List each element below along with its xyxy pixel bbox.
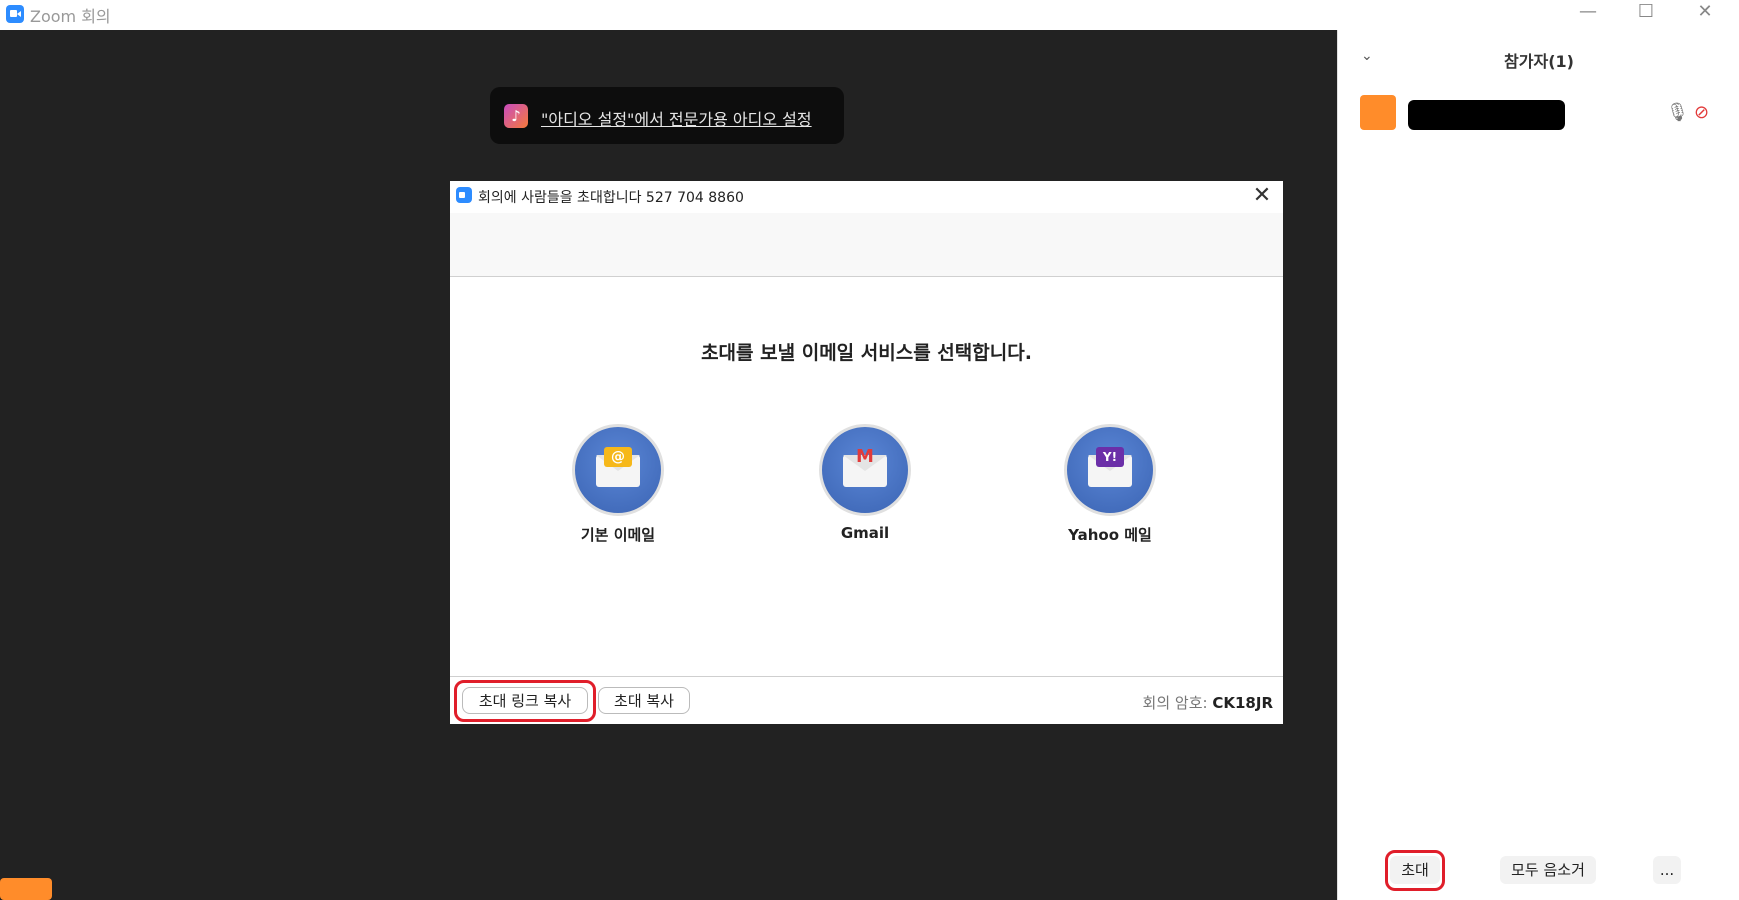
yahoo-logo-icon: Y!	[1096, 447, 1124, 467]
yahoo-mail-label: Yahoo 메일	[1068, 526, 1152, 544]
email-service-heading: 초대를 보낼 이메일 서비스를 선택합니다.	[701, 342, 1032, 364]
video-off-icon[interactable]: ⊘	[1694, 102, 1709, 123]
audio-settings-toast[interactable]: ♪ "아디오 설정"에서 전문가용 아디오 설정	[490, 87, 844, 144]
default-email-label: 기본 이메일	[580, 526, 656, 544]
default-email-option[interactable]: @ 기본 이메일	[548, 424, 688, 545]
more-options-button[interactable]: ...	[1653, 856, 1681, 884]
minimize-button[interactable]: —	[1560, 0, 1616, 26]
meeting-password: 회의 암호: CK18JR	[1143, 692, 1273, 713]
gmail-label: Gmail	[840, 524, 890, 542]
password-value: CK18JR	[1212, 694, 1273, 712]
self-video-thumbnail[interactable]	[0, 878, 52, 900]
window-title: Zoom 회의	[30, 7, 111, 26]
maximize-button[interactable]: ☐	[1618, 0, 1674, 26]
close-dialog-button[interactable]: ✕	[1249, 183, 1275, 209]
mute-all-button[interactable]: 모두 음소거	[1500, 856, 1596, 884]
zoom-dialog-icon	[456, 187, 472, 203]
copy-invite-button[interactable]: 초대 복사	[598, 687, 690, 714]
highlight-copy-link	[454, 680, 596, 722]
avatar	[1360, 95, 1396, 130]
gmail-m-icon: M	[856, 446, 874, 467]
close-window-button[interactable]: ✕	[1677, 0, 1733, 26]
title-bar: Zoom 회의 — ☐ ✕	[0, 0, 1739, 30]
dialog-tab-band	[450, 213, 1283, 277]
yahoo-mail-option[interactable]: Y! Yahoo 메일	[1040, 424, 1180, 545]
gmail-option[interactable]: M Gmail	[795, 424, 935, 542]
participants-title: 참가자(1)	[1504, 52, 1574, 71]
participants-panel: ⌄ 참가자(1) 🎙 ⊘ 초대 모두 음소거 ...	[1337, 30, 1739, 900]
dialog-footer: 초대 링크 복사 초대 복사 회의 암호: CK18JR	[450, 676, 1283, 724]
audio-settings-link[interactable]: "아디오 설정"에서 전문가용 아디오 설정	[541, 106, 812, 130]
highlight-invite	[1385, 850, 1445, 891]
microphone-icon[interactable]: 🎙	[1666, 102, 1689, 123]
zoom-app-icon	[6, 5, 24, 23]
at-sign-icon: @	[604, 447, 632, 467]
password-label: 회의 암호:	[1142, 694, 1208, 712]
yahoo-mail-icon[interactable]: Y!	[1064, 424, 1156, 516]
default-email-icon[interactable]: @	[572, 424, 664, 516]
invite-dialog-title: 회의에 사람들을 초대합니다 527 704 8860	[478, 190, 744, 206]
invite-dialog: 회의에 사람들을 초대합니다 527 704 8860 ✕ 초대를 보낼 이메일…	[450, 181, 1283, 724]
gmail-icon[interactable]: M	[819, 424, 911, 516]
participant-name-redacted	[1408, 100, 1565, 130]
music-note-icon: ♪	[504, 104, 528, 128]
